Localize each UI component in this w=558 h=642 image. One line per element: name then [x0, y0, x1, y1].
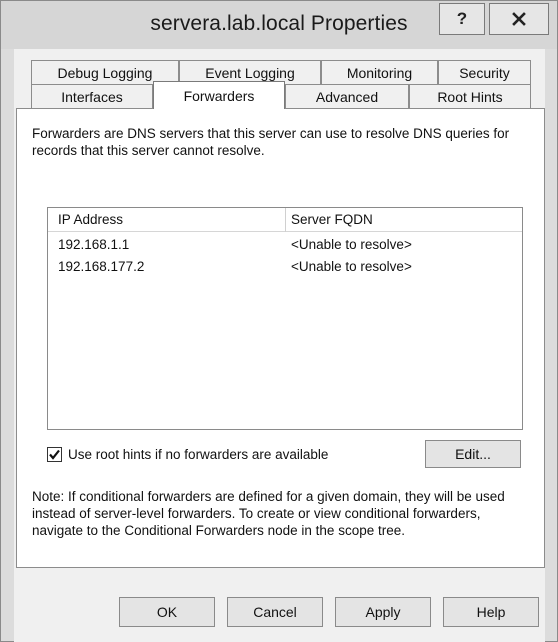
column-header-ip-address[interactable]: IP Address [58, 212, 123, 227]
properties-dialog: servera.lab.local Properties ? Debug Log… [0, 0, 558, 642]
server-fqdn-cell: <Unable to resolve> [291, 259, 412, 274]
use-root-hints-label[interactable]: Use root hints if no forwarders are avai… [68, 447, 328, 462]
conditional-forwarders-note: Note: If conditional forwarders are defi… [32, 489, 505, 538]
tab-root-hints[interactable]: Root Hints [409, 84, 531, 109]
use-root-hints-option[interactable]: Use root hints if no forwarders are avai… [47, 444, 328, 464]
cancel-button[interactable]: Cancel [227, 597, 323, 627]
help-button[interactable]: Help [443, 597, 539, 627]
title-bar[interactable]: servera.lab.local Properties ? [1, 1, 557, 49]
close-icon [512, 12, 526, 26]
list-header: IP Address Server FQDN [48, 208, 522, 232]
tab-advanced[interactable]: Advanced [285, 84, 409, 109]
forwarders-list[interactable]: IP Address Server FQDN 192.168.1.1 <Unab… [47, 207, 523, 430]
close-button[interactable] [489, 3, 549, 35]
use-root-hints-checkbox[interactable] [47, 446, 62, 462]
column-divider[interactable] [285, 208, 286, 232]
ip-address-cell: 192.168.1.1 [58, 237, 130, 252]
tab-security[interactable]: Security [438, 60, 531, 85]
column-header-server-fqdn[interactable]: Server FQDN [291, 212, 373, 227]
checkmark-icon [49, 449, 60, 460]
tab-forwarders[interactable]: Forwarders [153, 81, 285, 109]
help-title-button[interactable]: ? [439, 3, 485, 35]
ok-button[interactable]: OK [119, 597, 215, 627]
apply-button[interactable]: Apply [335, 597, 431, 627]
edit-button[interactable]: Edit... [425, 440, 521, 468]
ip-address-cell: 192.168.177.2 [58, 259, 145, 274]
tab-monitoring[interactable]: Monitoring [321, 60, 438, 85]
list-item[interactable]: 192.168.177.2 <Unable to resolve> [48, 256, 522, 278]
list-item[interactable]: 192.168.1.1 <Unable to resolve> [48, 234, 522, 256]
tab-interfaces[interactable]: Interfaces [31, 84, 153, 109]
server-fqdn-cell: <Unable to resolve> [291, 237, 412, 252]
forwarders-description: Forwarders are DNS servers that this ser… [32, 126, 510, 158]
